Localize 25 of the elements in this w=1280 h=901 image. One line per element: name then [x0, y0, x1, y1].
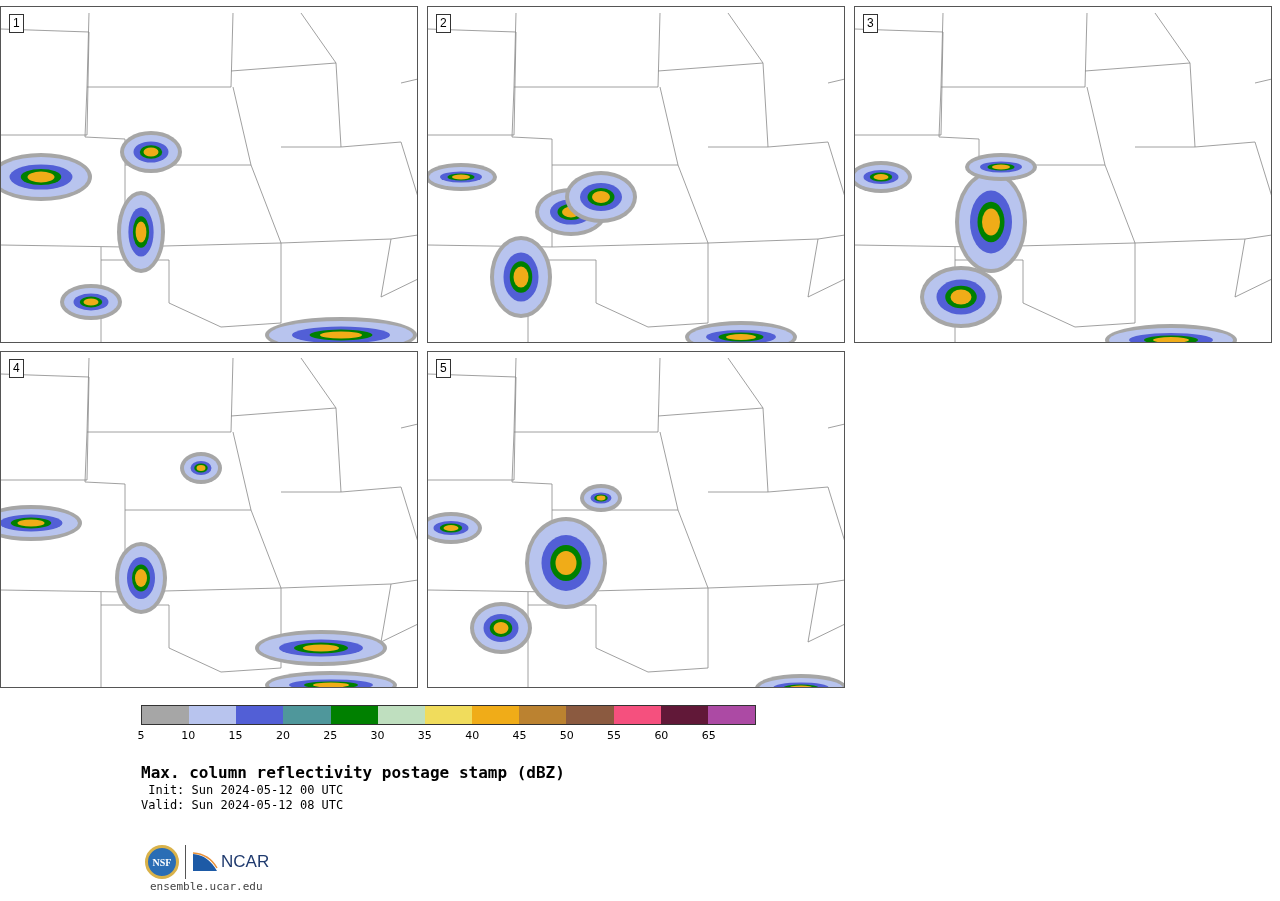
colorbar-tick-label: 5: [137, 729, 145, 743]
init-time: Init: Sun 2024-05-12 00 UTC: [147, 783, 345, 798]
colorbar-tick-label: 45: [512, 729, 527, 743]
colorbar-tick-label: 50: [559, 729, 574, 743]
colorbar-tick-label: 40: [465, 729, 480, 743]
chart-title: Max. column reflectivity postage stamp (dBZ): [141, 763, 566, 783]
panel-number: 4: [9, 359, 24, 378]
ncar-logo-text: NCAR: [221, 851, 270, 874]
website-url: ensemble.ucar.edu: [150, 880, 264, 894]
panel-number: 3: [863, 14, 878, 33]
ncar-swoosh-icon: [192, 852, 218, 872]
valid-time: Valid: Sun 2024-05-12 08 UTC: [141, 798, 345, 813]
colorbar-tick-label: 30: [370, 729, 385, 743]
colorbar-tick-label: 65: [701, 729, 716, 743]
panel-number: 5: [436, 359, 451, 378]
colorbar-tick-label: 35: [417, 729, 432, 743]
colorbar-tick-label: 60: [654, 729, 669, 743]
colorbar-tick-label: 55: [607, 729, 622, 743]
colorbar-tick-label: 25: [323, 729, 338, 743]
colorbar-tick-label: 15: [228, 729, 243, 743]
panel-number: 2: [436, 14, 451, 33]
colorbar-tick-label: 10: [181, 729, 196, 743]
nsf-logo: NSF: [145, 845, 179, 879]
colorbar-tick-label: 20: [275, 729, 290, 743]
panel-number: 1: [9, 14, 24, 33]
